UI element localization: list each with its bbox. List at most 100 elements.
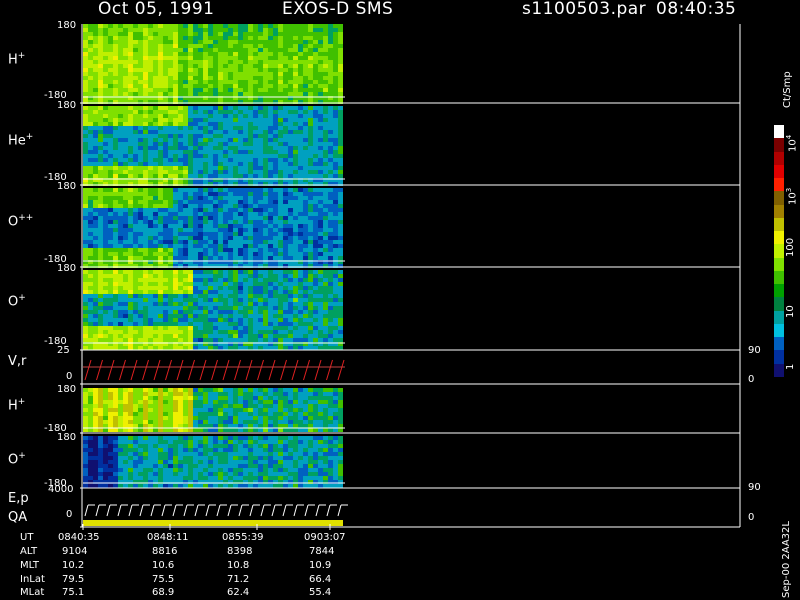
heatmap-cell (138, 216, 143, 220)
heatmap-cell (183, 298, 188, 302)
heatmap-cell (253, 416, 258, 420)
heatmap-cell (303, 420, 308, 424)
heatmap-cell (193, 192, 198, 196)
heatmap-cell (208, 416, 213, 420)
heatmap-cell (218, 298, 223, 302)
heatmap-cell (253, 408, 258, 412)
heatmap-cell (328, 196, 333, 200)
heatmap-cell (128, 208, 133, 212)
heatmap-cell (318, 32, 323, 36)
heatmap-cell (173, 252, 178, 256)
heatmap-cell (203, 248, 208, 252)
heatmap-cell (153, 330, 158, 334)
heatmap-cell (253, 278, 258, 282)
heatmap-cell (138, 154, 143, 158)
heatmap-cell (303, 400, 308, 404)
heatmap-cell (218, 252, 223, 256)
heatmap-cell (183, 72, 188, 76)
heatmap-cell (123, 228, 128, 232)
heatmap-cell (318, 404, 323, 408)
heatmap-cell (213, 122, 218, 126)
heatmap-cell (228, 302, 233, 306)
heatmap-cell (238, 162, 243, 166)
heatmap-cell (188, 302, 193, 306)
heatmap-cell (93, 150, 98, 154)
heatmap-cell (303, 252, 308, 256)
heatmap-cell (88, 188, 93, 192)
heatmap-cell (148, 118, 153, 122)
heatmap-cell (183, 240, 188, 244)
heatmap-cell (188, 240, 193, 244)
heatmap-cell (338, 326, 343, 330)
heatmap-cell (148, 302, 153, 306)
heatmap-cell (308, 192, 313, 196)
heatmap-cell (143, 330, 148, 334)
heatmap-cell (163, 40, 168, 44)
heatmap-cell (128, 286, 133, 290)
heatmap-cell (218, 162, 223, 166)
heatmap-cell (263, 326, 268, 330)
heatmap-cell (203, 150, 208, 154)
heatmap-cell (278, 170, 283, 174)
heatmap-cell (223, 416, 228, 420)
heatmap-cell (168, 456, 173, 460)
heatmap-cell (218, 76, 223, 80)
heatmap-cell (118, 68, 123, 72)
heatmap-cell (83, 64, 88, 68)
heatmap-cell (173, 452, 178, 456)
heatmap-cell (228, 216, 233, 220)
heatmap-cell (253, 208, 258, 212)
heatmap-cell (273, 322, 278, 326)
heatmap-cell (273, 48, 278, 52)
heatmap-cell (328, 106, 333, 110)
heatmap-cell (308, 92, 313, 96)
heatmap-cell (208, 274, 213, 278)
heatmap-cell (223, 212, 228, 216)
heatmap-cell (228, 220, 233, 224)
heatmap-cell (103, 44, 108, 48)
heatmap-cell (298, 322, 303, 326)
heatmap-cell (288, 298, 293, 302)
heatmap-cell (123, 452, 128, 456)
heatmap-cell (198, 248, 203, 252)
heatmap-cell (338, 228, 343, 232)
heatmap-cell (163, 146, 168, 150)
heatmap-cell (238, 208, 243, 212)
heatmap-cell (288, 92, 293, 96)
heatmap-cell (193, 412, 198, 416)
heatmap-cell (313, 28, 318, 32)
heatmap-cell (168, 72, 173, 76)
heatmap-cell (203, 126, 208, 130)
heatmap-cell (328, 220, 333, 224)
heatmap-cell (288, 196, 293, 200)
heatmap-cell (118, 216, 123, 220)
heatmap-cell (103, 138, 108, 142)
heatmap-cell (113, 216, 118, 220)
heatmap-cell (298, 220, 303, 224)
heatmap-cell (148, 396, 153, 400)
heatmap-cell (178, 322, 183, 326)
heatmap-cell (208, 244, 213, 248)
heatmap-cell (338, 216, 343, 220)
heatmap-cell (173, 88, 178, 92)
heatmap-cell (158, 150, 163, 154)
heatmap-cell (158, 142, 163, 146)
heatmap-cell (183, 170, 188, 174)
heatmap-cell (323, 216, 328, 220)
heatmap-cell (198, 110, 203, 114)
heatmap-cell (148, 48, 153, 52)
heatmap-cell (173, 334, 178, 338)
heatmap-cell (328, 114, 333, 118)
heatmap-cell (263, 130, 268, 134)
heatmap-cell (243, 68, 248, 72)
heatmap-cell (283, 326, 288, 330)
heatmap-cell (323, 232, 328, 236)
heatmap-cell (333, 232, 338, 236)
heatmap-cell (268, 174, 273, 178)
heatmap-cell (333, 118, 338, 122)
heatmap-cell (143, 44, 148, 48)
heatmap-cell (283, 252, 288, 256)
heatmap-cell (173, 232, 178, 236)
heatmap-cell (323, 68, 328, 72)
heatmap-cell (198, 224, 203, 228)
